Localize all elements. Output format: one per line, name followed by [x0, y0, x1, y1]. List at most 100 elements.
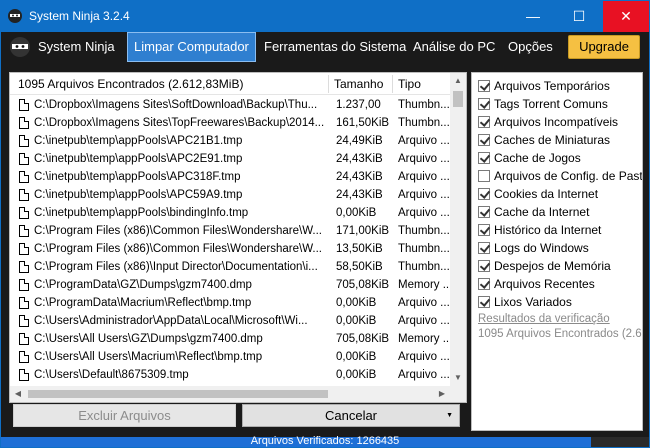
- table-row[interactable]: C:\Program Files (x86)\Common Files\Wond…: [10, 240, 450, 258]
- file-type: Thumbn...: [398, 261, 450, 273]
- vertical-scrollbar[interactable]: ▲ ▼: [450, 73, 466, 386]
- table-row[interactable]: C:\inetpub\temp\appPools\bindingInfo.tmp…: [10, 204, 450, 222]
- file-type: Arquivo ...: [398, 189, 450, 201]
- file-icon: [19, 261, 29, 273]
- header-separator[interactable]: [392, 75, 393, 93]
- table-row[interactable]: C:\Users\Default\8675309.tmp 0,00KiB Arqui…: [10, 366, 450, 384]
- file-size: 24,43KiB: [336, 189, 383, 201]
- option-label: Lixos Variados: [494, 295, 572, 309]
- option-7[interactable]: Cache da Internet: [476, 203, 642, 221]
- cancel-button[interactable]: Cancelar ▼: [242, 404, 460, 427]
- table-row[interactable]: C:\Users\All Users\Macrium\Reflect\bmp.t…: [10, 348, 450, 366]
- table-row[interactable]: C:\inetpub\temp\appPools\APC2E91.tmp 24,4…: [10, 150, 450, 168]
- option-9[interactable]: Logs do Windows: [476, 239, 642, 257]
- window-title: System Ninja 3.2.4: [29, 9, 130, 23]
- option-checkbox[interactable]: [478, 80, 490, 92]
- table-row[interactable]: C:\inetpub\temp\appPools\APC21B1.tmp 24,4…: [10, 132, 450, 150]
- table-row[interactable]: C:\Dropbox\Imagens Sites\SoftDownload\Ba…: [10, 96, 450, 114]
- scroll-right-icon[interactable]: ▶: [434, 386, 450, 402]
- option-8[interactable]: Histórico da Internet: [476, 221, 642, 239]
- maximize-button[interactable]: ☐: [556, 1, 602, 32]
- results-title: Resultados da verificação: [478, 313, 610, 325]
- table-row[interactable]: C:\Dropbox\Imagens Sites\TopFreewares\Ba…: [10, 114, 450, 132]
- file-path: C:\Program Files (x86)\Input Director\Do…: [34, 261, 318, 273]
- option-checkbox[interactable]: [478, 188, 490, 200]
- table-row[interactable]: C:\inetpub\temp\appPools\APC318F.tmp 24,4…: [10, 168, 450, 186]
- file-type: Arquivo ...: [398, 171, 450, 183]
- option-checkbox[interactable]: [478, 260, 490, 272]
- header-type[interactable]: Tipo: [398, 73, 448, 95]
- option-2[interactable]: Arquivos Incompatíveis: [476, 113, 642, 131]
- table-row[interactable]: C:\inetpub\temp\appPools\APC59A9.tmp 24,4…: [10, 186, 450, 204]
- header-size[interactable]: Tamanho: [334, 73, 390, 95]
- menu-opcoes[interactable]: Opções: [508, 32, 553, 62]
- app-window: System Ninja 3.2.4 — ☐ ✕ System Ninja Li…: [0, 0, 650, 448]
- option-label: Caches de Miniaturas: [494, 133, 611, 147]
- file-size: 1.237,00: [336, 99, 381, 111]
- option-checkbox[interactable]: [478, 206, 490, 218]
- file-type: Arquivo ...: [398, 297, 450, 309]
- minimize-button[interactable]: —: [510, 1, 556, 32]
- menu-limpar-computador[interactable]: Limpar Computador: [127, 32, 256, 62]
- file-list-panel: 1095 Arquivos Encontrados (2.612,83MiB) …: [9, 72, 467, 403]
- title-bar[interactable]: System Ninja 3.2.4 — ☐ ✕: [1, 1, 649, 32]
- list-header: 1095 Arquivos Encontrados (2.612,83MiB) …: [10, 73, 450, 95]
- delete-files-button[interactable]: Excluir Arquivos: [13, 404, 236, 427]
- option-checkbox[interactable]: [478, 296, 490, 308]
- table-row[interactable]: C:\Users\All Users\GZ\Dumps\gzm7400.dmp 7…: [10, 330, 450, 348]
- option-checkbox[interactable]: [478, 224, 490, 236]
- file-path: C:\Users\All Users\Macrium\Reflect\bmp.t…: [34, 351, 263, 363]
- scroll-left-icon[interactable]: ◀: [10, 386, 26, 402]
- option-11[interactable]: Arquivos Recentes: [476, 275, 642, 293]
- file-icon: [19, 351, 29, 363]
- option-label: Arquivos Incompatíveis: [494, 115, 619, 129]
- file-icon: [19, 153, 29, 165]
- option-5[interactable]: Arquivos de Config. de Pasta: [476, 167, 642, 185]
- option-checkbox[interactable]: [478, 278, 490, 290]
- upgrade-button[interactable]: Upgrade: [568, 35, 640, 59]
- file-icon: [19, 135, 29, 147]
- file-icon: [19, 315, 29, 327]
- table-row[interactable]: C:\ProgramData\GZ\Dumps\gzm7400.dmp 705,0…: [10, 276, 450, 294]
- option-checkbox[interactable]: [478, 170, 490, 182]
- file-size: 24,43KiB: [336, 171, 383, 183]
- table-row[interactable]: C:\ProgramData\Macrium\Reflect\bmp.tmp 0,…: [10, 294, 450, 312]
- option-checkbox[interactable]: [478, 134, 490, 146]
- option-10[interactable]: Despejos de Memória: [476, 257, 642, 275]
- option-checkbox[interactable]: [478, 116, 490, 128]
- hscroll-thumb[interactable]: [28, 390, 328, 398]
- option-12[interactable]: Lixos Variados: [476, 293, 642, 311]
- file-size: 161,50KiB: [336, 117, 390, 129]
- header-file-count[interactable]: 1095 Arquivos Encontrados (2.612,83MiB): [18, 73, 318, 95]
- file-type: Arquivo ...: [398, 351, 450, 363]
- menu-analise-do-pc[interactable]: Análise do PC: [413, 32, 495, 62]
- table-row[interactable]: C:\Program Files (x86)\Common Files\Wond…: [10, 222, 450, 240]
- option-0[interactable]: Arquivos Temporários: [476, 77, 642, 95]
- file-size: 13,50KiB: [336, 243, 383, 255]
- option-checkbox[interactable]: [478, 98, 490, 110]
- file-type: Arquivo ...: [398, 207, 450, 219]
- file-icon: [19, 369, 29, 381]
- option-checkbox[interactable]: [478, 152, 490, 164]
- option-checkbox[interactable]: [478, 242, 490, 254]
- menu-system-ninja[interactable]: System Ninja: [38, 32, 115, 62]
- option-3[interactable]: Caches de Miniaturas: [476, 131, 642, 149]
- table-row[interactable]: C:\Users\Administrador\AppData\Local\Mic…: [10, 312, 450, 330]
- scroll-up-icon[interactable]: ▲: [450, 73, 466, 89]
- header-separator[interactable]: [328, 75, 329, 93]
- option-1[interactable]: Tags Torrent Comuns: [476, 95, 642, 113]
- table-row[interactable]: C:\Program Files (x86)\Input Director\Do…: [10, 258, 450, 276]
- scroll-down-icon[interactable]: ▼: [450, 370, 466, 386]
- option-label: Cache da Internet: [494, 205, 590, 219]
- close-button[interactable]: ✕: [603, 1, 649, 32]
- menu-ferramentas-do-sistema[interactable]: Ferramentas do Sistema: [264, 32, 406, 62]
- dropdown-arrow-icon[interactable]: ▼: [446, 405, 453, 426]
- option-6[interactable]: Cookies da Internet: [476, 185, 642, 203]
- file-path: C:\Users\All Users\GZ\Dumps\gzm7400.dmp: [34, 333, 263, 345]
- horizontal-scrollbar[interactable]: ◀ ▶: [10, 386, 450, 402]
- option-4[interactable]: Cache de Jogos: [476, 149, 642, 167]
- file-icon: [19, 333, 29, 345]
- file-size: 24,43KiB: [336, 153, 383, 165]
- scroll-thumb[interactable]: [453, 91, 463, 107]
- file-icon: [19, 171, 29, 183]
